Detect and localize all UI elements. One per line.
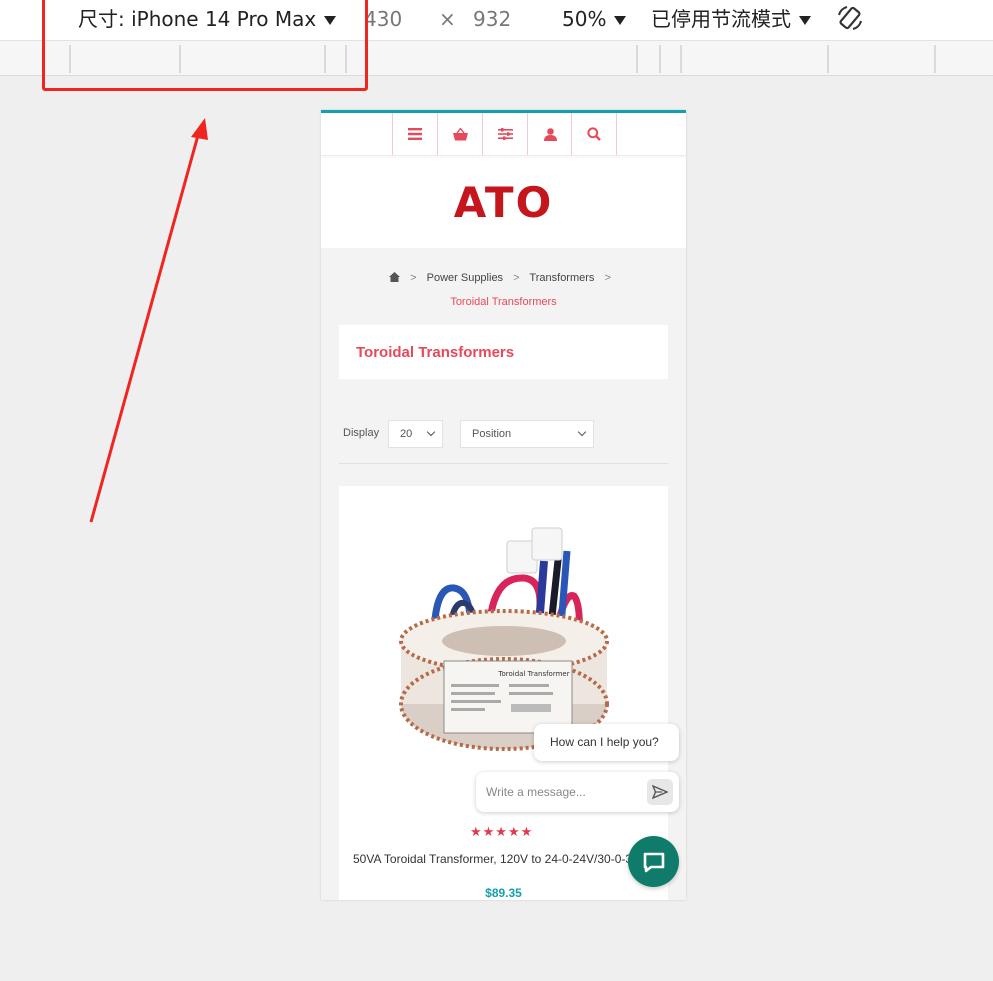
product-image-label: Toroidal Transformer	[497, 670, 569, 678]
account-icon	[543, 127, 557, 141]
rotate-icon	[838, 6, 862, 30]
breadcrumb: > Power Supplies > Transformers >	[321, 248, 686, 284]
breadcrumb-link[interactable]: Transformers	[529, 272, 594, 284]
home-icon[interactable]	[389, 272, 401, 282]
display-select-value: 20	[400, 428, 413, 440]
times-symbol: ×	[439, 7, 456, 31]
divider	[339, 463, 668, 464]
sort-select-value: Position	[472, 428, 512, 440]
filter-button[interactable]	[482, 113, 527, 155]
filter-icon	[497, 128, 513, 140]
breadcrumb-separator: >	[513, 272, 520, 284]
logo-area: ATO	[321, 156, 686, 248]
page-title: Toroidal Transformers	[356, 344, 515, 361]
product-card[interactable]: Toroidal Transformer ★★★★★ 50VA Toroidal…	[339, 486, 668, 900]
rating-stars: ★★★★★	[470, 824, 534, 839]
display-select[interactable]: 20	[388, 420, 443, 448]
site-logo[interactable]: ATO	[454, 178, 554, 227]
chat-greeting-text: How can I help you?	[550, 735, 659, 749]
chevron-down-icon	[799, 16, 811, 25]
cart-icon	[452, 127, 468, 140]
product-name[interactable]: 50VA Toroidal Transformer, 120V to 24-0-…	[353, 852, 668, 866]
zoom-label: 50%	[562, 7, 607, 31]
product-toolbar: Display 20 Position	[321, 419, 686, 464]
mobile-nav-bar	[321, 113, 686, 156]
width-input[interactable]: 430	[364, 6, 402, 32]
cart-button[interactable]	[437, 113, 482, 155]
category-title-box: Toroidal Transformers	[339, 325, 668, 379]
chevron-down-icon	[426, 427, 436, 437]
send-button[interactable]	[647, 779, 673, 805]
breadcrumb-separator: >	[604, 272, 611, 284]
send-icon	[652, 785, 668, 799]
chat-icon	[643, 852, 664, 872]
chat-greeting-bubble[interactable]: How can I help you?	[534, 724, 679, 761]
search-icon	[587, 127, 601, 141]
product-image[interactable]: Toroidal Transformer	[339, 506, 668, 756]
menu-button[interactable]	[392, 113, 437, 155]
breadcrumb-current: Toroidal Transformers	[450, 296, 557, 308]
chevron-down-icon	[614, 16, 627, 25]
throttle-dropdown[interactable]: 已停用节流模式	[651, 6, 811, 32]
product-price: $89.35	[485, 886, 522, 900]
account-button[interactable]	[527, 113, 572, 155]
mobile-viewport: ATO > Power Supplies > Transformers > To…	[321, 110, 686, 900]
menu-icon	[408, 128, 422, 140]
breadcrumb-separator: >	[410, 272, 417, 284]
display-label: Display	[343, 427, 380, 439]
throttle-label: 已停用节流模式	[651, 7, 791, 31]
search-button[interactable]	[571, 113, 617, 155]
zoom-dropdown[interactable]: 50%	[562, 6, 627, 32]
sort-select[interactable]: Position	[460, 420, 594, 448]
height-input[interactable]: 932	[473, 6, 511, 32]
chat-message-input[interactable]: Write a message...	[476, 772, 679, 812]
rotate-button[interactable]	[835, 3, 865, 39]
chat-input-placeholder: Write a message...	[486, 785, 586, 799]
chat-launcher-button[interactable]	[628, 836, 679, 887]
breadcrumb-link[interactable]: Power Supplies	[427, 272, 503, 284]
annotation-highlight-box	[42, 0, 368, 91]
chevron-down-icon	[577, 427, 587, 437]
